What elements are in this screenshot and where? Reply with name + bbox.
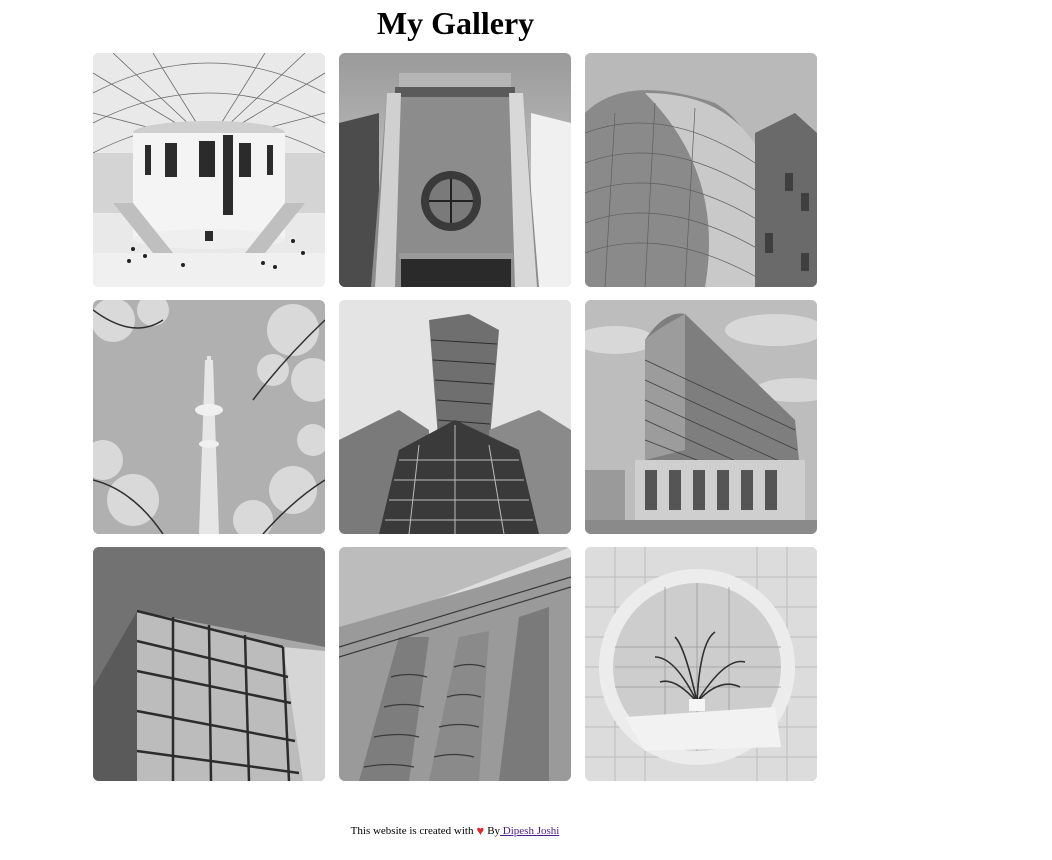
gallery-image-round-window-plant[interactable] — [585, 547, 817, 781]
glass-building-photo — [93, 547, 325, 781]
footer: This website is created with ♥ By Dipesh J… — [0, 824, 910, 838]
office-building-photo — [585, 300, 817, 534]
curved-facade-photo — [585, 53, 817, 287]
gallery-image-office-building[interactable] — [585, 300, 817, 534]
gallery-grid — [93, 53, 817, 781]
gallery-image-round-window-building[interactable] — [339, 53, 571, 287]
museum-dome-photo — [93, 53, 325, 287]
page-title: My Gallery — [376, 5, 535, 41]
gallery-image-glass-building[interactable] — [93, 547, 325, 781]
glass-skyscraper-photo — [339, 300, 571, 534]
ornate-columns-photo — [339, 547, 571, 781]
round-window-plant-photo — [585, 547, 817, 781]
gallery-image-ornate-columns[interactable] — [339, 547, 571, 781]
gallery-image-curved-facade[interactable] — [585, 53, 817, 287]
author-link[interactable]: Dipesh Joshi — [500, 825, 560, 837]
footer-by-text: By — [487, 825, 501, 837]
gallery-image-museum-dome[interactable] — [93, 53, 325, 287]
gallery-image-glass-skyscraper[interactable] — [339, 300, 571, 534]
tv-tower-photo — [93, 300, 325, 534]
heart-icon: ♥ — [476, 823, 485, 838]
round-window-building-photo — [339, 53, 571, 287]
gallery-image-tv-tower[interactable] — [93, 300, 325, 534]
footer-text: This website is created with — [350, 825, 474, 837]
